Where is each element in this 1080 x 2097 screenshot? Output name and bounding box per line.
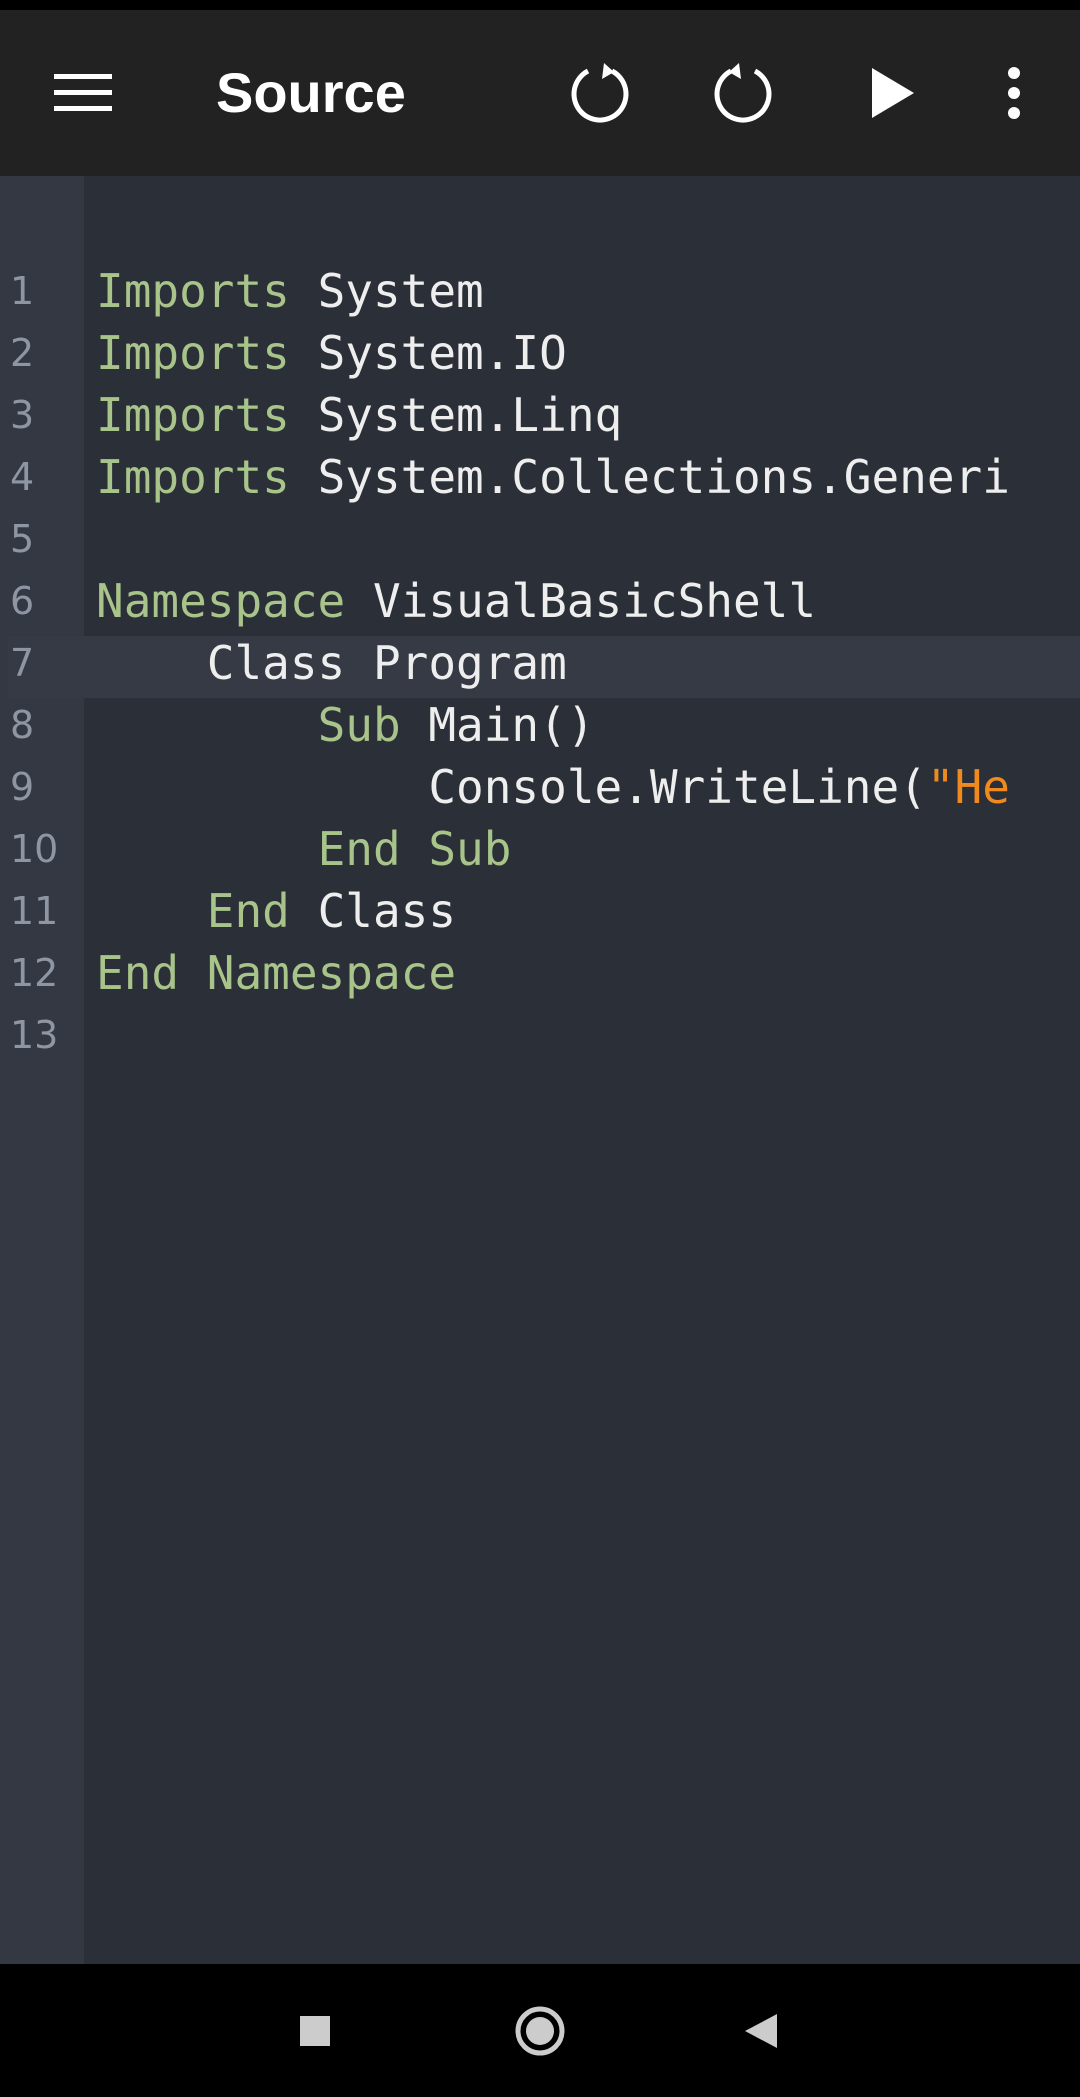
run-icon xyxy=(872,68,914,118)
line-number: 3 xyxy=(10,393,35,437)
code-token: Class Program xyxy=(206,636,567,690)
back-button[interactable] xyxy=(700,1964,820,2097)
code-text: End Sub xyxy=(96,818,512,880)
code-token: Class xyxy=(289,884,457,938)
keyword-token: Namespace xyxy=(96,574,346,628)
code-text: Namespace VisualBasicShell xyxy=(96,570,816,632)
code-text: Imports System.Collections.Generi xyxy=(96,446,1010,508)
line-number: 5 xyxy=(10,517,35,561)
code-text: End Class xyxy=(96,880,456,942)
keyword-token: End Namespace xyxy=(96,946,457,1000)
menu-button[interactable] xyxy=(23,10,143,176)
redo-button[interactable] xyxy=(683,10,803,176)
code-token: Console.WriteLine( xyxy=(428,760,927,814)
code-line[interactable]: 9 Console.WriteLine("He xyxy=(0,756,1080,818)
back-triangle-icon xyxy=(745,2013,777,2048)
code-line[interactable]: 7 Class Program xyxy=(0,632,1080,694)
line-number: 6 xyxy=(10,579,35,623)
line-number: 13 xyxy=(10,1013,59,1057)
line-number: 11 xyxy=(10,889,59,933)
code-lines: 1 Imports System 2 Imports System.IO 3 Import… xyxy=(0,260,1080,1066)
code-text: Imports System.Linq xyxy=(96,384,622,446)
keyword-token: End xyxy=(206,884,290,938)
page-title: Source xyxy=(216,61,406,124)
menu-icon xyxy=(54,74,112,111)
code-editor[interactable]: 1 Imports System 2 Imports System.IO 3 Import… xyxy=(0,176,1080,1964)
code-text: Class Program xyxy=(96,632,567,694)
more-options-button[interactable] xyxy=(954,10,1074,176)
line-number: 1 xyxy=(10,269,35,313)
code-text: Console.WriteLine("He xyxy=(96,756,1010,818)
run-button[interactable] xyxy=(833,10,953,176)
code-line[interactable]: 12 End Namespace xyxy=(0,942,1080,1004)
keyword-token: Imports xyxy=(96,264,290,318)
system-navigation-bar xyxy=(0,1964,1080,2097)
keyword-token: Imports xyxy=(96,388,290,442)
code-token: VisualBasicShell xyxy=(345,574,817,628)
code-token: System.Collections.Generi xyxy=(289,450,1010,504)
code-line[interactable]: 5 xyxy=(0,508,1080,570)
line-number: 8 xyxy=(10,703,35,747)
code-line[interactable]: 4 Imports System.Collections.Generi xyxy=(0,446,1080,508)
undo-icon xyxy=(571,63,629,123)
code-token: System.Linq xyxy=(289,388,623,442)
code-line[interactable]: 8 Sub Main() xyxy=(0,694,1080,756)
string-token: "He xyxy=(926,760,1010,814)
keyword-token: Imports xyxy=(96,450,290,504)
code-token: System xyxy=(289,264,484,318)
more-vert-icon xyxy=(1008,67,1020,119)
status-bar xyxy=(0,0,1080,10)
keyword-token: Sub xyxy=(317,698,401,752)
recents-square-icon xyxy=(300,2015,330,2046)
code-text: End Namespace xyxy=(96,942,456,1004)
code-text: Imports System xyxy=(96,260,484,322)
redo-icon xyxy=(714,63,772,123)
code-line[interactable]: 11 End Class xyxy=(0,880,1080,942)
line-number: 9 xyxy=(10,765,35,809)
code-token: System.IO xyxy=(289,326,567,380)
code-line[interactable]: 10 End Sub xyxy=(0,818,1080,880)
code-line[interactable]: 13 xyxy=(0,1004,1080,1066)
recents-button[interactable] xyxy=(255,1964,375,2097)
code-line[interactable]: 6 Namespace VisualBasicShell xyxy=(0,570,1080,632)
undo-button[interactable] xyxy=(540,10,660,176)
line-number: 7 xyxy=(10,641,35,685)
app-toolbar: Source xyxy=(0,10,1080,176)
code-line[interactable]: 1 Imports System xyxy=(0,260,1080,322)
code-text: Sub Main() xyxy=(96,694,595,756)
code-token: Main() xyxy=(400,698,595,752)
line-number: 10 xyxy=(10,827,59,871)
keyword-token: Imports xyxy=(96,326,290,380)
line-number: 12 xyxy=(10,951,59,995)
code-line[interactable]: 3 Imports System.Linq xyxy=(0,384,1080,446)
code-line[interactable]: 2 Imports System.IO xyxy=(0,322,1080,384)
line-number: 2 xyxy=(10,331,35,375)
line-number: 4 xyxy=(10,455,35,499)
keyword-token: End Sub xyxy=(317,822,512,876)
code-text: Imports System.IO xyxy=(96,322,567,384)
home-button[interactable] xyxy=(480,1964,600,2097)
home-circle-icon xyxy=(515,2006,565,2055)
